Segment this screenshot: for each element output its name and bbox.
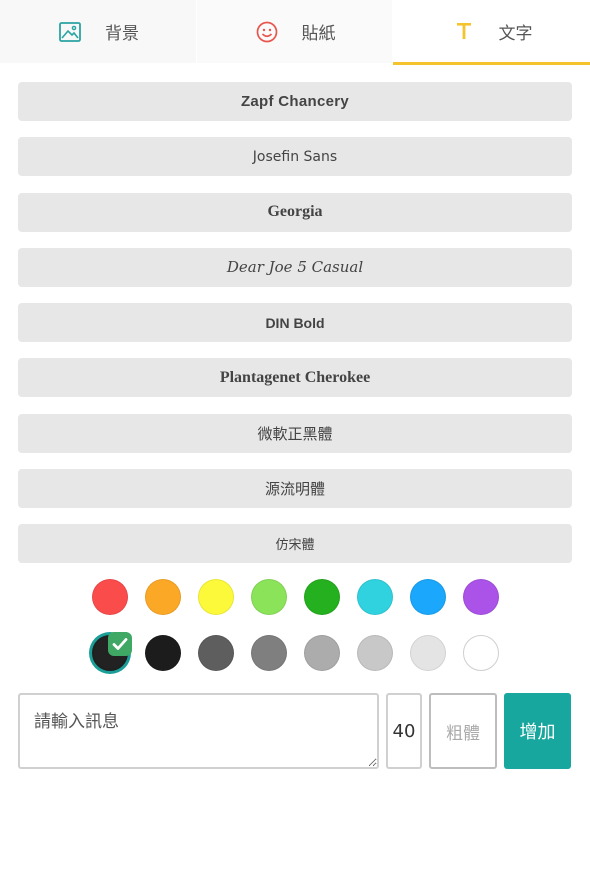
font-button-dear-joe[interactable]: Dear Joe 5 Casual — [18, 247, 572, 287]
color-swatch-blue[interactable] — [410, 579, 446, 615]
color-row-bright — [92, 579, 502, 617]
font-button-fangsong[interactable]: 仿宋體 — [18, 524, 572, 564]
color-swatch-purple[interactable] — [463, 579, 499, 615]
color-swatch-medium-gray[interactable] — [304, 635, 340, 671]
color-swatch-black[interactable] — [145, 635, 181, 671]
font-button-zapf-chancery[interactable]: Zapf Chancery — [18, 82, 572, 121]
font-button-din-bold[interactable]: DIN Bold — [18, 303, 572, 343]
checkmark-icon — [108, 632, 132, 656]
font-size-field[interactable]: 40 — [386, 693, 422, 769]
font-button-josefin-sans[interactable]: Josefin Sans — [18, 137, 572, 177]
color-swatch-red[interactable] — [92, 579, 128, 615]
color-swatch-light-green[interactable] — [251, 579, 287, 615]
tab-bar: 背景 貼紙 文字 — [0, 0, 590, 65]
color-swatch-cyan[interactable] — [357, 579, 393, 615]
color-swatch-pale-gray[interactable] — [410, 635, 446, 671]
color-swatch-yellow[interactable] — [198, 579, 234, 615]
font-button-microsoft-jhenghei[interactable]: 微軟正黑體 — [18, 413, 572, 453]
color-swatch-orange[interactable] — [145, 579, 181, 615]
font-list: Zapf Chancery Josefin Sans Georgia Dear … — [18, 82, 572, 580]
tab-text[interactable]: 文字 — [393, 0, 590, 65]
font-button-plantagenet-cherokee[interactable]: Plantagenet Cherokee — [18, 358, 572, 398]
smiley-icon — [254, 19, 280, 45]
color-row-grays — [92, 632, 502, 673]
color-swatch-light-gray[interactable] — [357, 635, 393, 671]
message-input[interactable] — [18, 693, 379, 769]
image-icon — [57, 19, 83, 45]
text-t-icon — [451, 18, 477, 44]
tab-stickers-label: 貼紙 — [301, 24, 336, 44]
tab-text-label: 文字 — [498, 23, 533, 44]
color-swatch-dark-gray[interactable] — [198, 635, 234, 671]
tab-stickers[interactable]: 貼紙 — [197, 0, 392, 63]
color-swatch-black-selected[interactable] — [92, 632, 132, 671]
bold-toggle-button[interactable]: 粗體 — [429, 693, 497, 769]
tab-background[interactable]: 背景 — [0, 0, 196, 63]
color-swatch-gray[interactable] — [251, 635, 287, 671]
font-button-genryu-mincho[interactable]: 源流明體 — [18, 469, 572, 509]
tab-background-label: 背景 — [105, 24, 139, 44]
color-swatch-green[interactable] — [304, 579, 340, 615]
color-swatch-white[interactable] — [463, 635, 499, 671]
add-text-button[interactable]: 增加 — [504, 693, 571, 769]
font-button-georgia[interactable]: Georgia — [18, 192, 572, 232]
